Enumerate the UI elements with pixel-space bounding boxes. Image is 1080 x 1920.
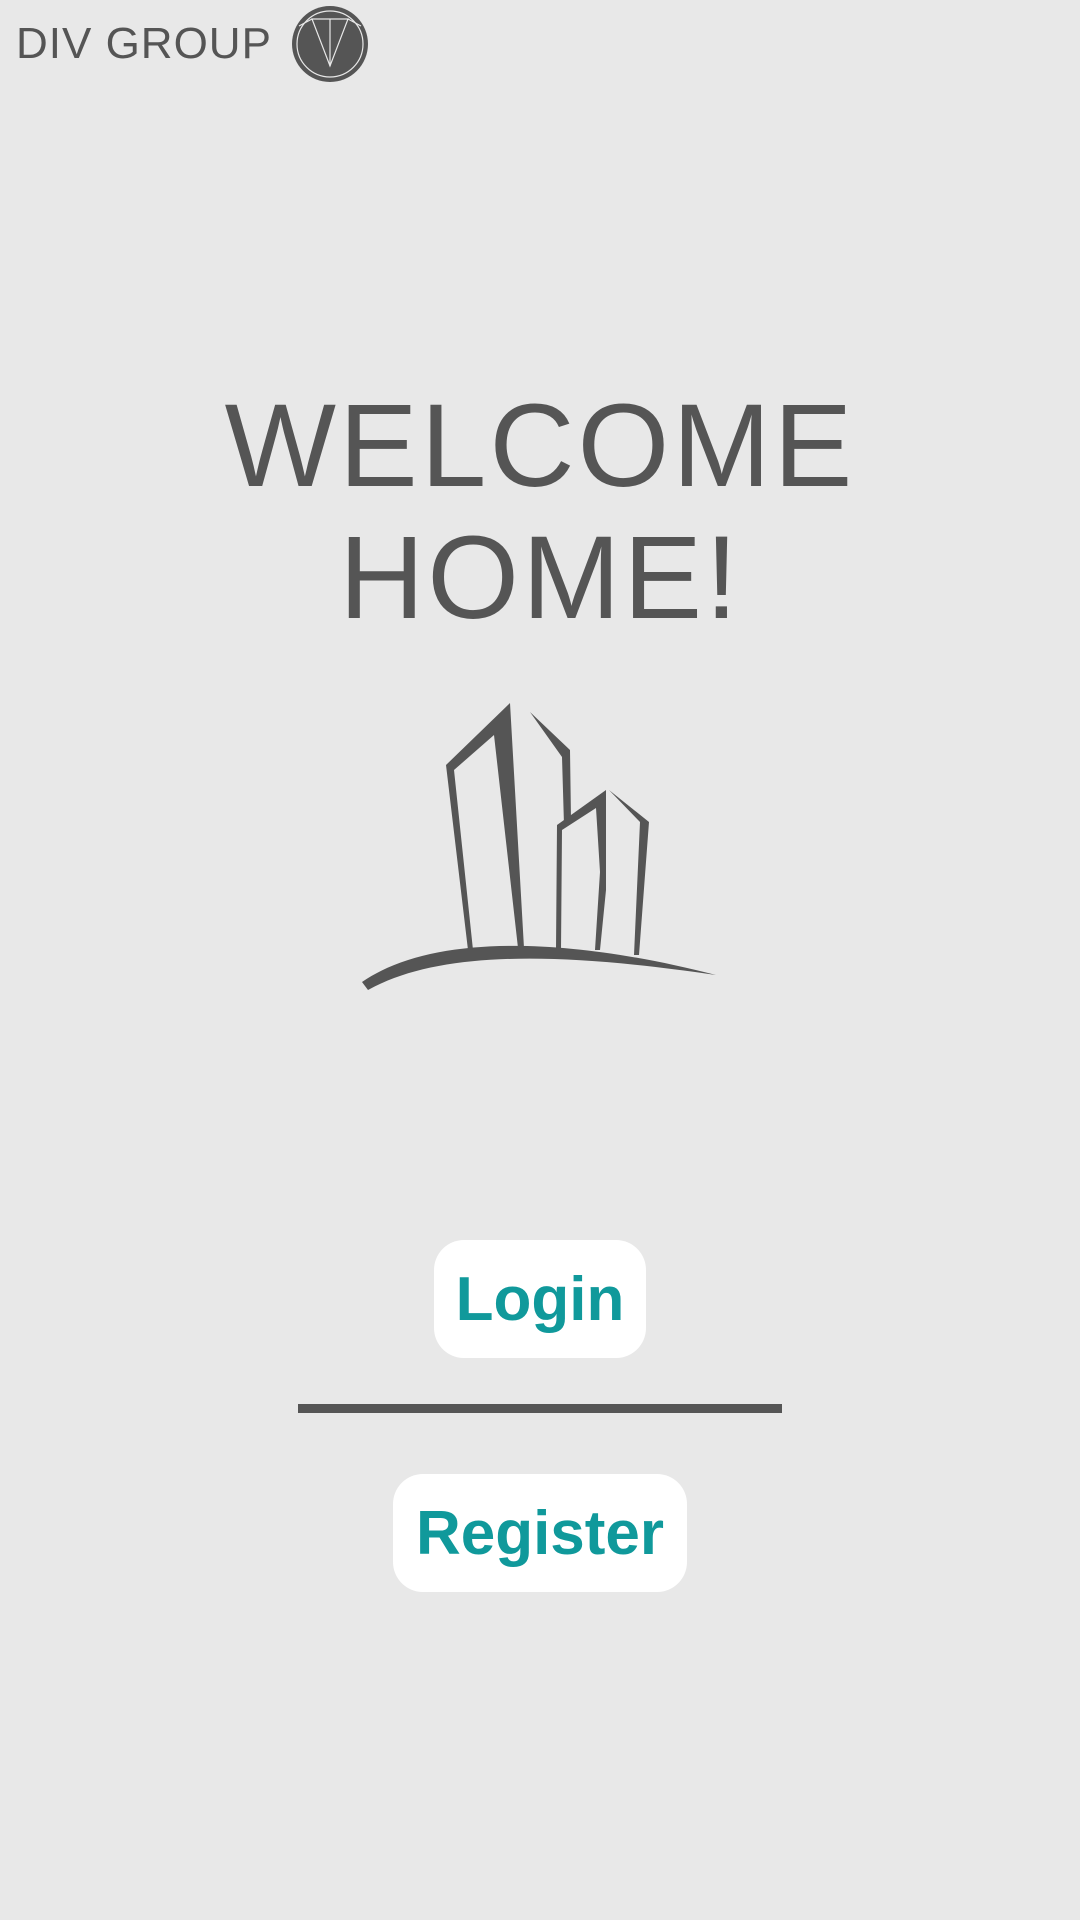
welcome-heading: WELCOME HOME! bbox=[0, 380, 1080, 644]
brand-header: DIV GROUP bbox=[16, 0, 370, 88]
welcome-line-1: WELCOME bbox=[224, 380, 856, 512]
city-skyline-icon bbox=[362, 703, 716, 990]
register-button[interactable]: Register bbox=[393, 1474, 687, 1592]
div-group-logo-icon bbox=[291, 6, 368, 82]
welcome-line-2: HOME! bbox=[339, 512, 741, 644]
brand-name: DIV GROUP bbox=[16, 19, 272, 68]
login-button[interactable]: Login bbox=[434, 1240, 646, 1358]
divider bbox=[298, 1404, 782, 1413]
